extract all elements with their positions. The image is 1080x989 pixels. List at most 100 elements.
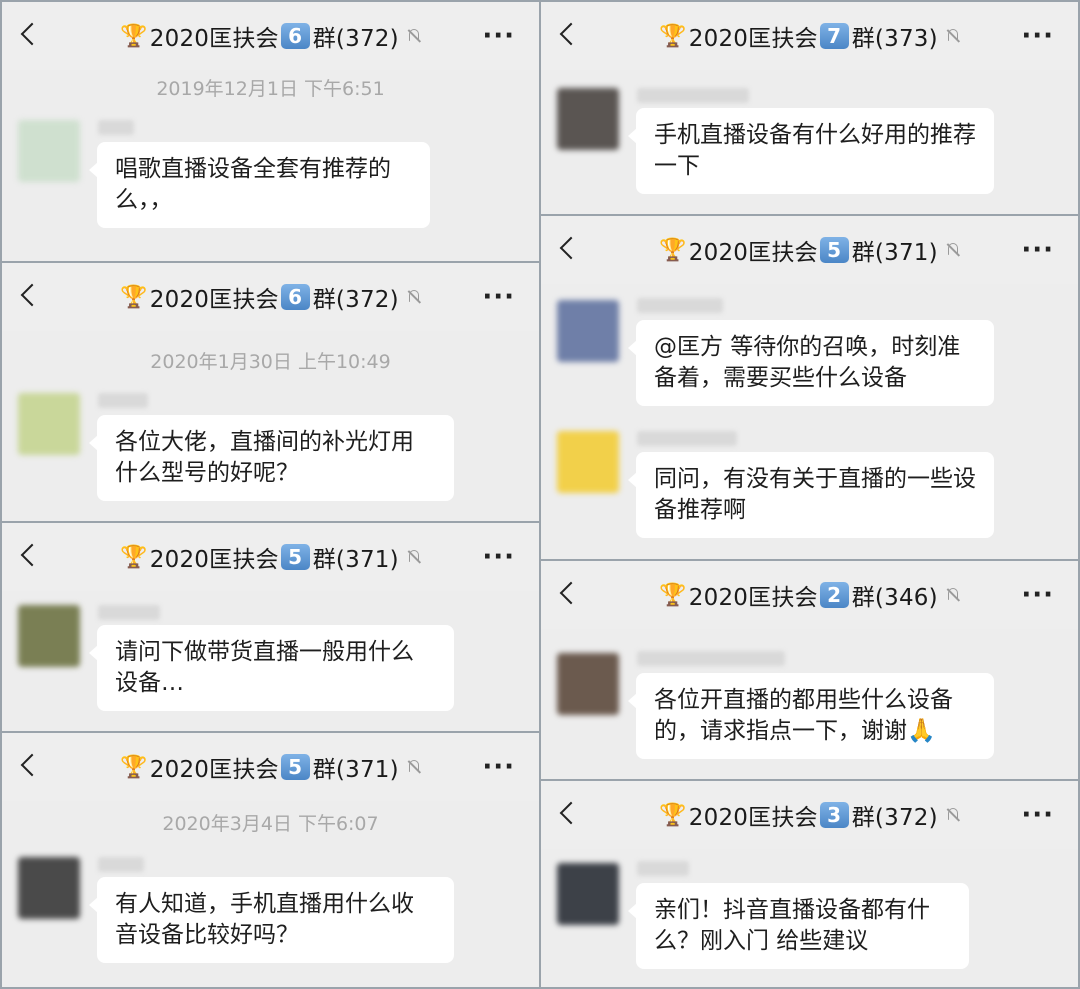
group-title: 🏆 2020匡扶会 6 群(372) [62,2,479,70]
group-member-count: 群(371) [312,547,399,573]
sender-name-blurred [98,120,134,135]
group-title: 🏆 2020匡扶会 3 群(372) [601,781,1018,849]
avatar[interactable] [557,863,619,925]
chat-header: 🏆 2020匡扶会 3 群(372) ··· [541,781,1078,849]
avatar[interactable] [557,653,619,715]
group-number-badge: 6 [280,284,310,310]
back-arrow-icon[interactable] [20,753,44,777]
sender-name-blurred [637,298,723,313]
sender-name-blurred [637,861,689,876]
message-bubble[interactable]: 同问，有没有关于直播的一些设备推荐啊 [628,452,994,538]
avatar[interactable] [18,605,80,667]
chat-panel: 🏆 2020匡扶会 6 群(372) ··· 2020年1月30日 上午10:49 各… [0,261,541,523]
chat-panel: 🏆 2020匡扶会 5 群(371) ··· @匡方 等待你的召唤，时刻准备着，需要买… [539,214,1080,561]
message-bubble[interactable]: 唱歌直播设备全套有推荐的么，， [89,142,430,228]
more-options-icon[interactable]: ··· [1021,582,1054,608]
sender-name-blurred [637,431,737,446]
mute-bell-icon [946,807,960,823]
chat-panel: 🏆 2020匡扶会 6 群(372) ··· 2019年12月1日 下午6:51 唱歌… [0,0,541,263]
group-member-count: 群(346) [851,585,938,611]
avatar[interactable] [557,431,619,493]
more-options-icon[interactable]: ··· [482,544,515,570]
avatar[interactable] [18,120,80,182]
trophy-icon: 🏆 [659,237,687,263]
trophy-icon: 🏆 [659,23,687,49]
message-bubble[interactable]: 有人知道，手机直播用什么收音设备比较好吗？ [89,877,454,963]
back-arrow-icon[interactable] [559,236,583,260]
more-options-icon[interactable]: ··· [482,23,515,49]
back-arrow-icon[interactable] [20,543,44,567]
group-title: 🏆 2020匡扶会 5 群(371) [62,733,479,801]
group-name: 2020匡扶会 [149,757,279,783]
group-number-badge: 5 [819,237,849,263]
trophy-icon: 🏆 [659,582,687,608]
message-bubble[interactable]: 各位大佬，直播间的补光灯用什么型号的好呢？ [89,415,454,501]
group-number-badge: 2 [819,582,849,608]
trophy-icon: 🏆 [120,544,148,570]
chat-header: 🏆 2020匡扶会 6 群(372) ··· [2,2,539,70]
chat-panel: 🏆 2020匡扶会 7 群(373) ··· 手机直播设备有什么好用的推荐一下 [539,0,1080,216]
mute-bell-icon [407,759,421,775]
group-title: 🏆 2020匡扶会 2 群(346) [601,561,1018,629]
more-options-icon[interactable]: ··· [482,284,515,310]
avatar[interactable] [18,393,80,455]
group-title: 🏆 2020匡扶会 5 群(371) [601,216,1018,284]
group-name: 2020匡扶会 [688,26,818,52]
sender-name-blurred [637,88,749,103]
screenshot-collage: 🏆 2020匡扶会 6 群(372) ··· 2019年12月1日 下午6:51 唱歌… [0,0,1080,989]
group-member-count: 群(372) [312,287,399,313]
chat-header: 🏆 2020匡扶会 7 群(373) ··· [541,2,1078,70]
message-timestamp: 2019年12月1日 下午6:51 [156,78,385,100]
message-bubble[interactable]: 亲们！抖音直播设备都有什么？刚入门 给些建议 [628,883,969,969]
trophy-icon: 🏆 [120,284,148,310]
group-number-badge: 5 [280,544,310,570]
message-bubble[interactable]: 手机直播设备有什么好用的推荐一下 [628,108,994,194]
trophy-icon: 🏆 [120,754,148,780]
group-member-count: 群(373) [851,26,938,52]
chat-header: 🏆 2020匡扶会 5 群(371) ··· [2,523,539,591]
back-arrow-icon[interactable] [559,22,583,46]
back-arrow-icon[interactable] [559,581,583,605]
group-member-count: 群(372) [851,805,938,831]
mute-bell-icon [407,549,421,565]
chat-panel: 🏆 2020匡扶会 5 群(371) ··· 请问下做带货直播一般用什么设备… [0,521,541,733]
more-options-icon[interactable]: ··· [1021,802,1054,828]
group-number-badge: 3 [819,802,849,828]
mute-bell-icon [946,28,960,44]
sender-name-blurred [98,393,148,408]
more-options-icon[interactable]: ··· [1021,237,1054,263]
message-bubble[interactable]: 请问下做带货直播一般用什么设备… [89,625,454,711]
group-name: 2020匡扶会 [149,287,279,313]
message-bubble[interactable]: @匡方 等待你的召唤，时刻准备着，需要买些什么设备 [628,320,994,406]
sender-name-blurred [637,651,785,666]
more-options-icon[interactable]: ··· [482,754,515,780]
trophy-icon: 🏆 [120,23,148,49]
back-arrow-icon[interactable] [559,801,583,825]
back-arrow-icon[interactable] [20,283,44,307]
back-arrow-icon[interactable] [20,22,44,46]
more-options-icon[interactable]: ··· [1021,23,1054,49]
chat-panel: 🏆 2020匡扶会 3 群(372) ··· 亲们！抖音直播设备都有什么？刚入门 给些… [539,779,1080,989]
chat-header: 🏆 2020匡扶会 6 群(372) ··· [2,263,539,331]
group-member-count: 群(371) [851,240,938,266]
group-name: 2020匡扶会 [688,585,818,611]
chat-panel: 🏆 2020匡扶会 5 群(371) ··· 2020年3月4日 下午6:07 有人知… [0,731,541,989]
avatar[interactable] [18,857,80,919]
chat-panel: 🏆 2020匡扶会 2 群(346) ··· 各位开直播的都用些什么设备的，请求指点一… [539,559,1080,781]
avatar[interactable] [557,88,619,150]
chat-header: 🏆 2020匡扶会 5 群(371) ··· [541,216,1078,284]
group-name: 2020匡扶会 [149,547,279,573]
message-bubble[interactable]: 各位开直播的都用些什么设备的，请求指点一下，谢谢🙏 [628,673,994,759]
mute-bell-icon [946,587,960,603]
group-number-badge: 5 [280,754,310,780]
chat-header: 🏆 2020匡扶会 2 群(346) ··· [541,561,1078,629]
trophy-icon: 🏆 [659,802,687,828]
message-timestamp: 2020年1月30日 上午10:49 [150,351,391,373]
group-title: 🏆 2020匡扶会 7 群(373) [601,2,1018,70]
group-number-badge: 7 [819,23,849,49]
mute-bell-icon [407,289,421,305]
group-title: 🏆 2020匡扶会 5 群(371) [62,523,479,591]
avatar[interactable] [557,300,619,362]
mute-bell-icon [946,242,960,258]
sender-name-blurred [98,857,144,872]
